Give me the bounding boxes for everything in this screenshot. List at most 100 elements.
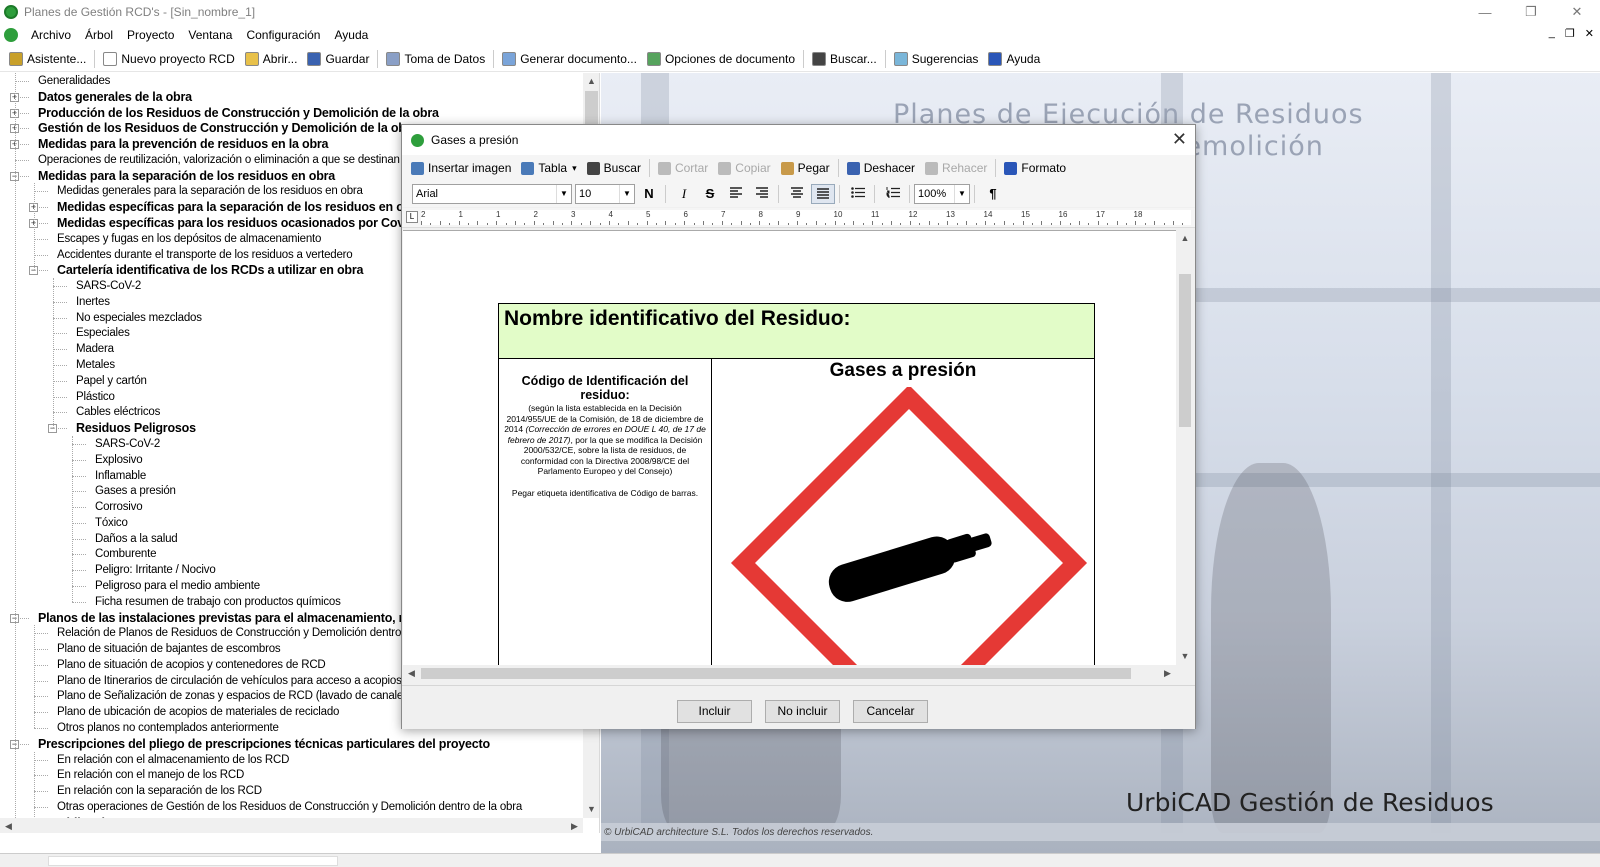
document-editor[interactable]: Nombre identificativo del Residuo: Códig…	[403, 230, 1176, 665]
menu-arbol[interactable]: Árbol	[78, 28, 120, 42]
toolbar-button-7[interactable]: Buscar...	[807, 48, 882, 70]
dialog-toolbar-button-6[interactable]: Deshacer	[842, 161, 920, 175]
scroll-up-arrow-icon[interactable]: ▲	[1176, 230, 1194, 247]
restore-button[interactable]: ❐	[1508, 0, 1554, 24]
tree-item[interactable]: Explosivo	[95, 452, 143, 468]
toolbar-button-4[interactable]: Toma de Datos	[381, 48, 490, 70]
tree-item[interactable]: Corrosivo	[95, 499, 143, 515]
dialog-toolbar-button-2[interactable]: Buscar	[582, 161, 646, 175]
tree-item[interactable]: Operaciones de reutilización, valorizaci…	[38, 152, 462, 168]
tree-item[interactable]: Plano de situación de acopios y contened…	[57, 657, 326, 673]
align-left-button[interactable]	[724, 184, 748, 204]
dialog-toolbar-button-7[interactable]: Rehacer	[920, 161, 992, 175]
tree-item[interactable]: Especiales	[76, 325, 130, 341]
tree-item[interactable]: Residuos Peligrosos	[76, 420, 196, 436]
tree-item[interactable]: Plano de situación de bajantes de escomb…	[57, 641, 281, 657]
menu-ventana[interactable]: Ventana	[181, 28, 239, 42]
tree-item[interactable]: Otros planos no contemplados anteriormen…	[57, 720, 279, 736]
tree-item[interactable]: Peligroso para el medio ambiente	[95, 578, 260, 594]
toolbar-button-9[interactable]: Ayuda	[983, 48, 1045, 70]
toolbar-button-8[interactable]: Sugerencias	[889, 48, 984, 70]
italic-button[interactable]: I	[672, 184, 696, 204]
toolbar-button-2[interactable]: Abrir...	[240, 48, 303, 70]
tree-item[interactable]: Medidas para la separación de los residu…	[38, 168, 335, 184]
tree-item[interactable]: Medidas específicas para los residuos oc…	[57, 215, 432, 231]
tree-item[interactable]: Plano de ubicación de acopios de materia…	[57, 704, 339, 720]
chevron-down-icon[interactable]: ▼	[556, 185, 571, 203]
tree-item[interactable]: En relación con la separación de los RCD	[57, 783, 262, 799]
document-vertical-scrollbar[interactable]: ▲ ▼	[1176, 230, 1194, 665]
tree-item[interactable]: Escapes y fugas en los depósitos de alma…	[57, 231, 321, 247]
bullet-list-button[interactable]	[846, 184, 870, 204]
scroll-left-arrow-icon[interactable]: ◀	[0, 818, 17, 833]
chevron-down-icon[interactable]: ▼	[619, 185, 634, 203]
minimize-button[interactable]: —	[1462, 0, 1508, 24]
toolbar-button-5[interactable]: Generar documento...	[497, 48, 642, 70]
tree-item[interactable]: Accidentes durante el transporte de los …	[57, 247, 353, 263]
tree-item[interactable]: Ficha resumen de trabajo con productos q…	[95, 594, 341, 610]
align-right-button[interactable]	[750, 184, 774, 204]
chevron-down-icon[interactable]: ▾	[572, 163, 577, 174]
tree-item[interactable]: Plano de Itinerarios de circulación de v…	[57, 673, 410, 689]
scroll-down-arrow-icon[interactable]: ▼	[1176, 648, 1194, 665]
tree-item[interactable]: Comburente	[95, 546, 156, 562]
tree-item[interactable]: Gestión de los Residuos de Construcción …	[38, 120, 417, 136]
close-button[interactable]: ✕	[1554, 0, 1600, 24]
tree-item[interactable]: En relación con el manejo de los RCD	[57, 767, 244, 783]
numbered-list-button[interactable]	[881, 184, 905, 204]
font-select[interactable]: Arial ▼	[412, 184, 572, 204]
document-scroll-thumb[interactable]	[1179, 274, 1191, 427]
toolbar-button-6[interactable]: Opciones de documento	[642, 48, 800, 70]
scroll-left-arrow-icon[interactable]: ◀	[403, 665, 420, 682]
tree-item[interactable]: Producción de los Residuos de Construcci…	[38, 105, 439, 121]
dialog-toolbar-button-5[interactable]: Pegar	[776, 161, 835, 175]
document-horizontal-scrollbar[interactable]: ◀ ▶	[403, 665, 1176, 682]
ruler-strip[interactable]: 2 1 1 2 3 4 5 6 7 8 9 10 11 12 13 14 15 16 17 18	[421, 210, 1191, 225]
tree-item[interactable]: Daños a la salud	[95, 531, 178, 547]
include-button[interactable]: Incluir	[677, 700, 752, 723]
strikethrough-button[interactable]: S	[698, 184, 722, 204]
cancel-button[interactable]: Cancelar	[853, 700, 928, 723]
tree-item[interactable]: Planos de las instalaciones previstas pa…	[38, 610, 441, 626]
mdi-document-icon[interactable]	[4, 28, 18, 42]
mdi-minimize-button[interactable]: _	[1549, 27, 1555, 40]
tree-item[interactable]: Inertes	[76, 294, 110, 310]
tree-item[interactable]: Cartelería identificativa de los RCDs a …	[57, 262, 363, 278]
tree-item[interactable]: Inflamable	[95, 468, 146, 484]
menu-configuracion[interactable]: Configuración	[239, 28, 327, 42]
menu-proyecto[interactable]: Proyecto	[120, 28, 181, 42]
tree-item[interactable]: Datos generales de la obra	[38, 89, 192, 105]
tree-item[interactable]: Relación de Planos de Residuos de Constr…	[57, 625, 453, 641]
exclude-button[interactable]: No incluir	[765, 700, 840, 723]
scroll-right-arrow-icon[interactable]: ▶	[566, 818, 583, 833]
dialog-toolbar-button-8[interactable]: Formato	[999, 161, 1071, 175]
tree-horizontal-scrollbar[interactable]: ◀ ▶	[0, 818, 583, 833]
dialog-close-button[interactable]: ✕	[1172, 129, 1187, 149]
tree-item[interactable]: Generalidades	[38, 73, 110, 89]
tree-item[interactable]: Medidas para la prevención de residuos e…	[38, 136, 329, 152]
bold-button[interactable]: N	[637, 184, 661, 204]
tree-item[interactable]: No especiales mezclados	[76, 310, 202, 326]
toolbar-button-0[interactable]: Asistente...	[4, 48, 91, 70]
scroll-down-arrow-icon[interactable]: ▼	[583, 801, 599, 818]
mdi-restore-button[interactable]: ❐	[1565, 27, 1575, 40]
toolbar-button-3[interactable]: Guardar	[302, 48, 374, 70]
tree-item[interactable]: SARS-CoV-2	[76, 278, 141, 294]
dialog-toolbar-button-3[interactable]: Cortar	[653, 161, 713, 175]
mdi-close-button[interactable]: ✕	[1585, 27, 1594, 40]
tree-item[interactable]: Papel y cartón	[76, 373, 147, 389]
align-center-button[interactable]	[785, 184, 809, 204]
tree-item[interactable]: Madera	[76, 341, 114, 357]
tree-item[interactable]: Metales	[76, 357, 115, 373]
tree-item[interactable]: Otras operaciones de Gestión de los Resi…	[57, 799, 522, 815]
toolbar-button-1[interactable]: Nuevo proyecto RCD	[98, 48, 239, 70]
dialog-toolbar-button-4[interactable]: Copiar	[713, 161, 775, 175]
chevron-down-icon[interactable]: ▼	[954, 185, 969, 203]
menu-archivo[interactable]: Archivo	[24, 28, 78, 42]
font-size-select[interactable]: 10 ▼	[575, 184, 635, 204]
tree-item[interactable]: En relación con el almacenamiento de los…	[57, 752, 289, 768]
dialog-toolbar-button-0[interactable]: Insertar imagen	[406, 161, 516, 175]
tree-item[interactable]: Plano de Señalización de zonas y espacio…	[57, 688, 418, 704]
document-hscroll-thumb[interactable]	[421, 668, 1131, 679]
show-formatting-button[interactable]: ¶	[981, 184, 1005, 204]
